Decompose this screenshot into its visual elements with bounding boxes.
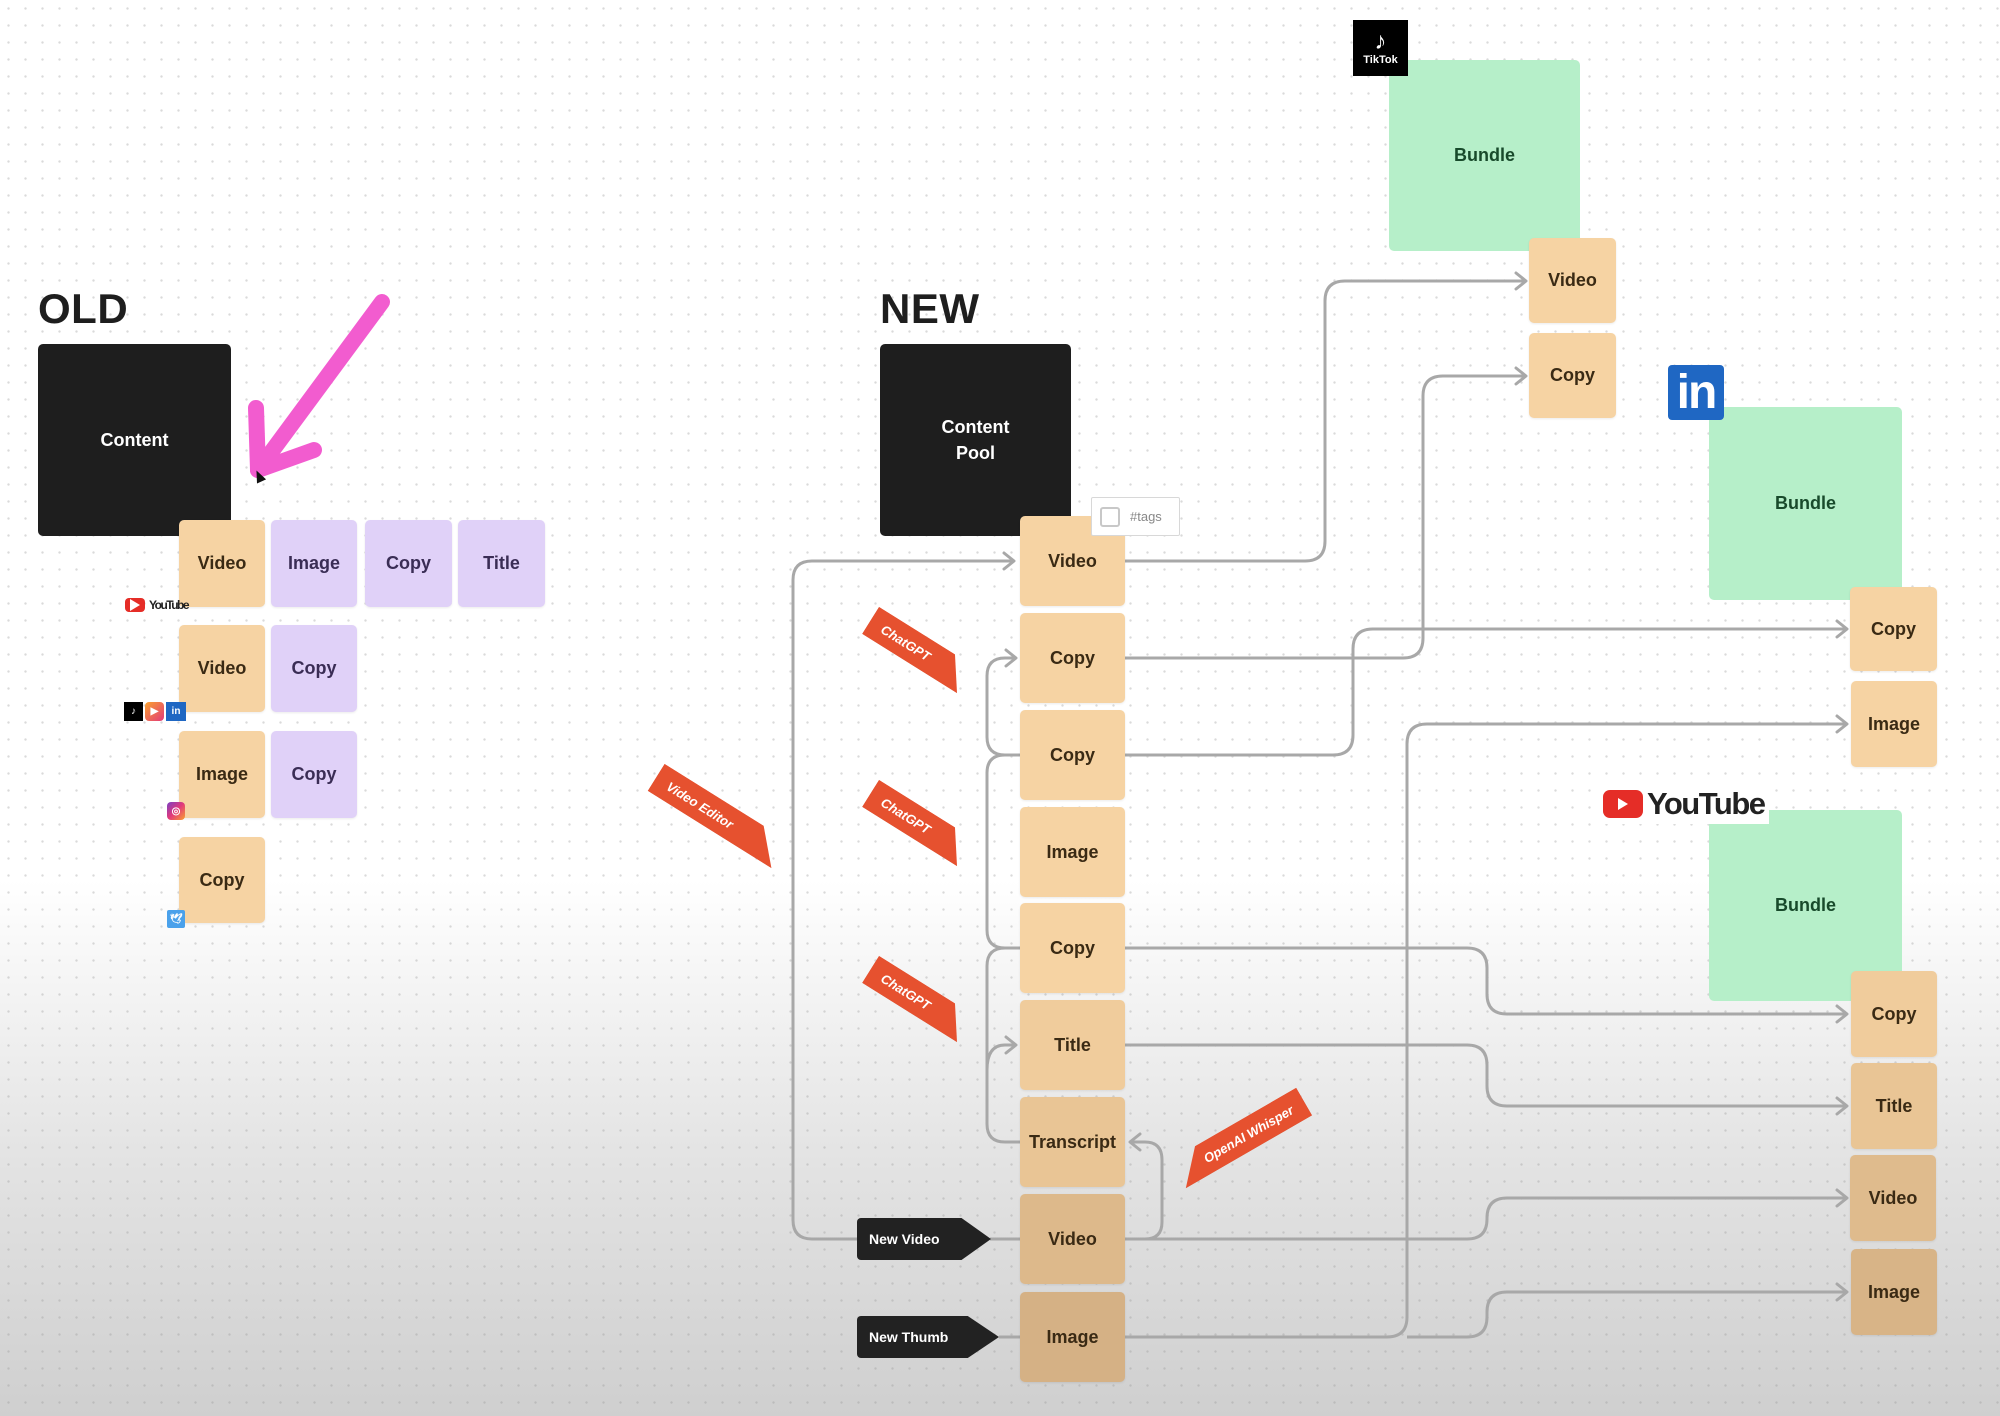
connector-to-title (985, 1035, 1018, 1071)
connector-title-to-youtube-title (1125, 1043, 1849, 1116)
pool-copy-tile-1[interactable]: Copy (1020, 613, 1125, 703)
connector-video-to-transcript (1125, 1132, 1164, 1241)
youtube-logo-icon: YouTube (1603, 784, 1769, 824)
youtube-title-tile[interactable]: Title (1851, 1063, 1937, 1149)
youtube-video-tile[interactable]: Video (1850, 1155, 1936, 1241)
old-short-video-tile[interactable]: Video (179, 625, 265, 712)
pool-copy-tile-2[interactable]: Copy (1020, 710, 1125, 800)
connector-newvideo-to-video (791, 551, 1016, 1241)
connector-copy2-to-copy1 (985, 648, 1020, 757)
old-instagram-image-tile[interactable]: Image (179, 731, 265, 818)
old-instagram-copy-tile[interactable]: Copy (271, 731, 357, 818)
instagram-reels-small-icon: ▶ (145, 702, 164, 721)
pink-annotation-arrow (248, 294, 390, 478)
tiktok-logo-icon: ♪ TikTok (1353, 20, 1408, 76)
connector-copy2-to-linkedin-copy (1125, 619, 1849, 757)
twitter-small-icon: 🕊 (167, 910, 185, 928)
old-youtube-video-tile[interactable]: Video (179, 520, 265, 607)
connector-video-to-youtube-video (1125, 1188, 1849, 1241)
old-heading: OLD (38, 285, 129, 332)
linkedin-logo-icon: in (1668, 365, 1724, 420)
youtube-image-tile[interactable]: Image (1851, 1249, 1937, 1335)
pool-title-tile[interactable]: Title (1020, 1000, 1125, 1090)
instagram-small-icon: ◎ (167, 802, 185, 820)
tiktok-copy-tile[interactable]: Copy (1529, 333, 1616, 418)
old-youtube-copy-tile[interactable]: Copy (365, 520, 452, 607)
tags-checkbox[interactable] (1100, 506, 1120, 527)
youtube-small-logo-icon: YouTube (125, 598, 190, 612)
youtube-copy-tile[interactable]: Copy (1851, 971, 1937, 1057)
tiktok-bundle[interactable]: Bundle (1389, 60, 1580, 251)
pool-video-tile-2[interactable]: Video (1020, 1194, 1125, 1284)
linkedin-image-tile[interactable]: Image (1851, 681, 1937, 767)
tiktok-small-icon: ♪ (124, 702, 143, 721)
tags-chip[interactable]: #tags (1091, 497, 1180, 536)
content-pool-box[interactable]: Content Pool (880, 344, 1071, 536)
old-twitter-copy-tile[interactable]: Copy (179, 837, 265, 923)
pool-copy-tile-3[interactable]: Copy (1020, 903, 1125, 993)
linkedin-bundle[interactable]: Bundle (1709, 407, 1902, 600)
connector-image-to-youtube-image (1407, 1282, 1849, 1339)
tags-label: #tags (1130, 509, 1162, 524)
old-youtube-image-tile[interactable]: Image (271, 520, 357, 607)
connector-video-to-tiktok-video (1125, 271, 1528, 563)
old-youtube-title-tile[interactable]: Title (458, 520, 545, 607)
linkedin-copy-tile[interactable]: Copy (1850, 587, 1937, 671)
tiktok-video-tile[interactable]: Video (1529, 238, 1616, 323)
old-short-copy-tile[interactable]: Copy (271, 625, 357, 712)
pool-image-tile-1[interactable]: Image (1020, 807, 1125, 897)
connector-copy2-to-copy3 (985, 753, 1020, 950)
pool-transcript-tile[interactable]: Transcript (1020, 1097, 1125, 1187)
old-content-box[interactable]: Content (38, 344, 231, 536)
new-heading: NEW (880, 285, 980, 332)
pool-image-tile-2[interactable]: Image (1020, 1292, 1125, 1382)
linkedin-small-icon: in (166, 702, 186, 721)
